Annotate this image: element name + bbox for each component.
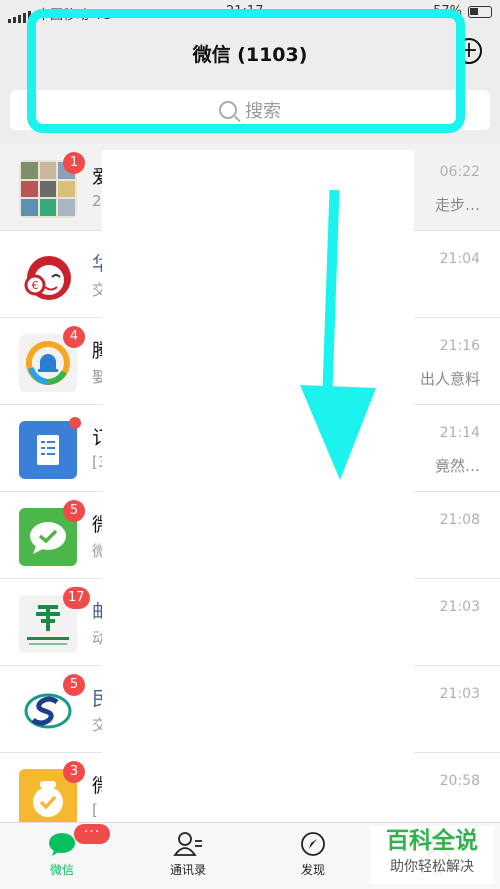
unread-badge: 4: [63, 326, 85, 348]
chat-icon: [49, 833, 75, 856]
compass-icon: [301, 832, 325, 856]
unread-dot: [69, 417, 81, 429]
chat-name: 订: [92, 427, 102, 449]
unread-badge: 5: [63, 500, 85, 522]
chat-preview: [: [92, 801, 98, 819]
chat-preview: 交: [92, 716, 102, 734]
contacts-icon: [173, 832, 202, 856]
annotation-highlight-frame: [27, 9, 465, 133]
tab-label: 微信: [49, 863, 74, 877]
chat-name: 爱: [92, 166, 102, 188]
unread-badge: 5: [63, 674, 85, 696]
chat-name: 腾: [92, 340, 102, 362]
chat-time: 06:22: [439, 164, 480, 180]
chat-name: 微: [92, 775, 102, 797]
chat-time: 21:08: [439, 512, 480, 528]
swipe-down-arrow-icon: [300, 190, 376, 480]
battery-icon: [468, 5, 492, 18]
chat-preview: 交: [92, 281, 102, 299]
tab-label: 通讯录: [169, 863, 206, 877]
chat-preview: 2: [92, 192, 102, 210]
chat-name: 民: [92, 688, 102, 710]
tab-label: 发现: [300, 863, 325, 877]
document-icon: [19, 421, 77, 479]
chat-time: 20:58: [439, 773, 480, 789]
chat-time: 21:14: [439, 425, 480, 441]
unread-badge: 1: [63, 152, 85, 174]
chat-name: 邮: [92, 601, 102, 623]
chat-snippet: 出人意料: [419, 370, 480, 388]
unread-badge: 17: [63, 587, 90, 609]
chat-snippet: 竟然…: [434, 457, 480, 475]
svg-text:€: €: [32, 279, 39, 292]
unread-badge: 3: [63, 761, 85, 783]
chat-time: 21:16: [439, 338, 480, 354]
chat-time: 21:03: [439, 686, 480, 702]
watermark: 百科全说 助你轻松解决: [370, 826, 494, 884]
tab-discover[interactable]: 发现: [273, 831, 353, 878]
watermark-title: 百科全说: [386, 828, 478, 854]
tab-contacts[interactable]: 通讯录: [148, 831, 228, 878]
chat-time: 21:03: [439, 599, 480, 615]
chat-preview: 微: [92, 542, 102, 560]
chat-preview: 动: [92, 629, 102, 647]
chat-preview: [3: [92, 453, 102, 471]
chat-snippet: 走步…: [434, 196, 480, 214]
mascot-avatar: €: [19, 247, 77, 305]
chat-name: 微: [92, 514, 102, 536]
chat-time: 21:04: [439, 251, 480, 267]
tab-unread-badge: ···: [74, 824, 110, 844]
watermark-subtitle: 助你轻松解决: [390, 859, 474, 875]
chat-preview: 娶: [92, 368, 102, 386]
chat-name: 华: [92, 253, 102, 275]
